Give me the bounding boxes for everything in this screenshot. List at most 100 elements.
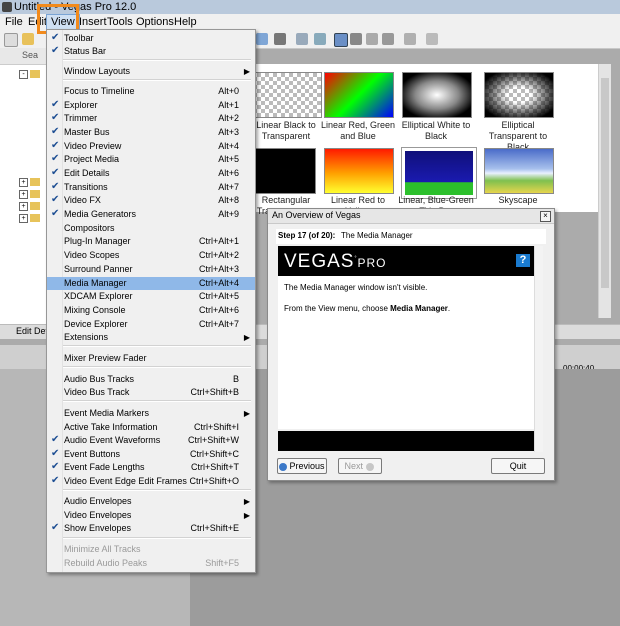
menu-item-mixing-console[interactable]: Mixing Console Ctrl+Alt+6 [47,304,255,317]
open-folder-icon[interactable] [22,33,34,45]
search-label: Sea [22,50,39,60]
menu-item-plug-in-manager[interactable]: Plug-In Manager Ctrl+Alt+1 [47,235,255,248]
menu-item-xdcam-explorer[interactable]: XDCAM Explorer Ctrl+Alt+5 [47,290,255,303]
menu-item-shortcut: Alt+3 [218,127,239,137]
checkmark-icon: ✔ [51,45,60,56]
tree-expander[interactable]: + [19,202,28,211]
quit-button[interactable]: Quit [491,458,545,474]
checkmark-icon: ✔ [51,461,60,472]
line2-bold: Media Manager [390,304,448,313]
dialog-scrollbar[interactable] [534,246,543,452]
tree-expander[interactable]: + [19,190,28,199]
selection-tool-icon[interactable] [366,33,378,45]
thumbnail-preset[interactable] [324,72,394,118]
thumbnail-preset[interactable] [254,148,316,194]
panel-scrollbar[interactable] [598,64,611,318]
new-project-icon[interactable] [4,33,18,47]
menu-item-label: Video FX [64,195,101,205]
menu-item-media-generators[interactable]: ✔ Media Generators Alt+9 [47,208,255,221]
scroll-thumb[interactable] [601,78,609,288]
menu-item-surround-panner[interactable]: Surround Panner Ctrl+Alt+3 [47,263,255,276]
menu-file[interactable]: File [1,15,27,29]
menu-item-shortcut: Ctrl+Shift+O [189,476,239,486]
menu-item-label: Transitions [64,182,108,192]
menu-item-audio-bus-tracks[interactable]: Audio Bus Tracks B [47,373,255,386]
menu-item-compositors[interactable]: Compositors [47,222,255,235]
tree-expander[interactable]: + [19,214,28,223]
menu-item-project-media[interactable]: ✔ Project Media Alt+5 [47,153,255,166]
menu-item-label: Surround Panner [64,264,133,274]
menu-item-label: Explorer [64,100,98,110]
menu-item-media-manager[interactable]: Media Manager Ctrl+Alt+4 [47,277,255,290]
menu-item-video-scopes[interactable]: Video Scopes Ctrl+Alt+2 [47,249,255,262]
toolbar-tool-icon[interactable] [296,33,308,45]
toolbar-tool-icon[interactable] [314,33,326,45]
envelope-tool-icon[interactable] [350,33,362,45]
menu-item-event-fade-lengths[interactable]: ✔ Event Fade Lengths Ctrl+Shift+T [47,461,255,474]
menu-item-master-bus[interactable]: ✔ Master Bus Alt+3 [47,126,255,139]
menu-item-video-preview[interactable]: ✔ Video Preview Alt+4 [47,140,255,153]
menu-item-label: Show Envelopes [64,523,132,533]
menu-item-label: Event Buttons [64,449,121,459]
thumbnail-preset[interactable] [324,148,394,194]
tree-expander[interactable]: + [19,178,28,187]
folder-icon [30,178,40,186]
menu-item-label: Device Explorer [64,319,128,329]
folder-icon [30,214,40,222]
menu-item-label: Trimmer [64,113,98,123]
next-button[interactable]: Next [338,458,382,474]
menu-item-shortcut: Alt+0 [218,86,239,96]
menu-item-extensions[interactable]: Extensions ▶ [47,331,255,344]
close-icon[interactable]: × [540,211,551,222]
menu-item-shortcut: Alt+7 [218,182,239,192]
toolbar-tool-icon[interactable] [404,33,416,45]
menu-item-mixer-preview-fader[interactable]: Mixer Preview Fader [47,352,255,365]
menu-item-event-buttons[interactable]: ✔ Event Buttons Ctrl+Shift+C [47,448,255,461]
checkmark-icon: ✔ [51,167,60,178]
zoom-tool-icon[interactable] [382,33,394,45]
menu-item-edit-details[interactable]: ✔ Edit Details Alt+6 [47,167,255,180]
menu-item-focus-to-timeline[interactable]: Focus to Timeline Alt+0 [47,85,255,98]
menu-item-label: Media Manager [64,278,127,288]
menu-item-video-bus-track[interactable]: Video Bus Track Ctrl+Shift+B [47,386,255,399]
menu-item-explorer[interactable]: ✔ Explorer Alt+1 [47,99,255,112]
menu-help[interactable]: Help [170,15,201,29]
menu-item-event-media-markers[interactable]: Event Media Markers ▶ [47,407,255,420]
menu-item-shortcut: Shift+F5 [205,558,239,568]
menu-item-show-envelopes[interactable]: ✔ Show Envelopes Ctrl+Shift+E [47,522,255,535]
menu-item-label: Media Generators [64,209,137,219]
menu-item-label: Event Fade Lengths [64,462,145,472]
menu-item-transitions[interactable]: ✔ Transitions Alt+7 [47,181,255,194]
tutorial-footer-bar [278,431,534,451]
folder-icon [30,190,40,198]
menu-item-shortcut: Alt+8 [218,195,239,205]
tree-expander[interactable]: - [19,70,28,79]
menu-item-trimmer[interactable]: ✔ Trimmer Alt+2 [47,112,255,125]
thumbnail-preset[interactable] [401,147,477,199]
menu-item-toolbar[interactable]: ✔ Toolbar [47,32,255,45]
menu-item-audio-envelopes[interactable]: Audio Envelopes ▶ [47,495,255,508]
help-icon[interactable]: ? [516,254,530,267]
menu-item-status-bar[interactable]: ✔ Status Bar [47,45,255,58]
checkmark-icon: ✔ [51,522,60,533]
menu-item-active-take-information[interactable]: Active Take Information Ctrl+Shift+I [47,421,255,434]
thumbnail-preset[interactable] [402,72,472,118]
menu-item-shortcut: Ctrl+Alt+4 [198,278,239,288]
menu-item-video-event-edge-edit-frames[interactable]: ✔ Video Event Edge Edit Frames Ctrl+Shift+… [47,475,255,488]
thumbnail-preset[interactable] [484,72,554,118]
thumbnail-preset[interactable] [484,148,554,194]
thumbnail-label: Skyscape [498,195,538,205]
menu-item-audio-event-waveforms[interactable]: ✔ Audio Event Waveforms Ctrl+Shift+W [47,434,255,447]
toolbar-tool-icon[interactable] [274,33,286,45]
menu-separator [63,537,251,539]
normal-edit-tool-icon[interactable] [334,33,348,47]
previous-button[interactable]: Previous [277,458,327,474]
logo-text: VEGAS [284,251,355,272]
menu-item-video-envelopes[interactable]: Video Envelopes ▶ [47,509,255,522]
toolbar-tool-icon[interactable] [426,33,438,45]
toolbar-tool-icon[interactable] [256,33,268,45]
thumbnail-preset[interactable] [252,72,322,118]
menu-item-video-fx[interactable]: ✔ Video FX Alt+8 [47,194,255,207]
menu-item-device-explorer[interactable]: Device Explorer Ctrl+Alt+7 [47,318,255,331]
menu-item-window-layouts[interactable]: Window Layouts ▶ [47,65,255,78]
